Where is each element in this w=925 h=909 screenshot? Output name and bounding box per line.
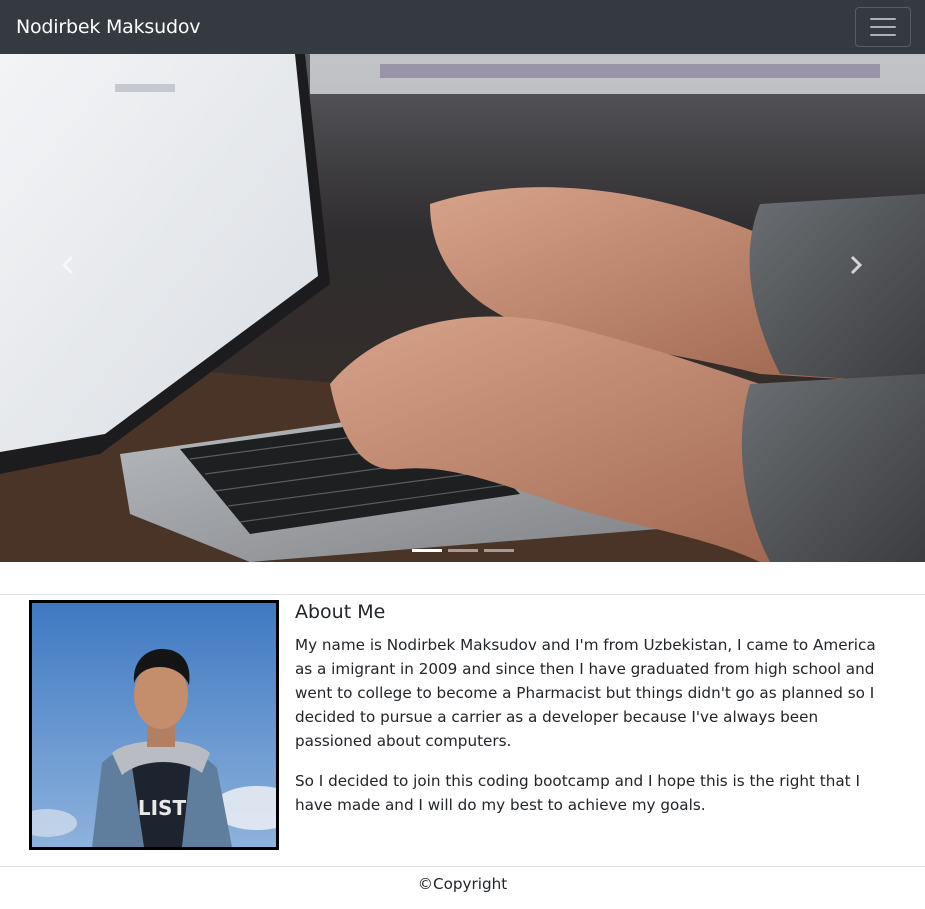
about-paragraph-2: So I decided to join this coding bootcam… [295,772,860,814]
carousel-slide-image [0,54,925,562]
footer-divider [0,866,925,867]
about-paragraph-1: My name is Nodirbek Maksudov and I'm fro… [295,636,876,750]
copyright-text: ©Copyright [417,875,508,893]
section-divider [0,594,925,595]
navbar: Nodirbek Maksudov [0,0,925,54]
svg-text:LIST: LIST [138,796,187,820]
carousel-indicators [412,549,514,552]
carousel-indicator-3[interactable] [484,549,514,552]
carousel-indicator-1[interactable] [412,549,442,552]
chevron-right-icon [850,255,863,275]
carousel-prev-button[interactable] [48,250,88,280]
profile-photo: LIST [29,600,279,850]
about-heading: About Me [295,601,386,623]
image-carousel [0,54,925,562]
about-section: About Me My name is Nodirbek Maksudov an… [295,600,895,833]
navbar-toggler-button[interactable] [855,7,911,47]
hamburger-menu-icon [870,18,896,20]
navbar-brand[interactable]: Nodirbek Maksudov [16,16,200,38]
footer: ©Copyright [0,872,925,896]
carousel-next-button[interactable] [836,250,876,280]
carousel-indicator-2[interactable] [448,549,478,552]
chevron-left-icon [61,255,74,275]
